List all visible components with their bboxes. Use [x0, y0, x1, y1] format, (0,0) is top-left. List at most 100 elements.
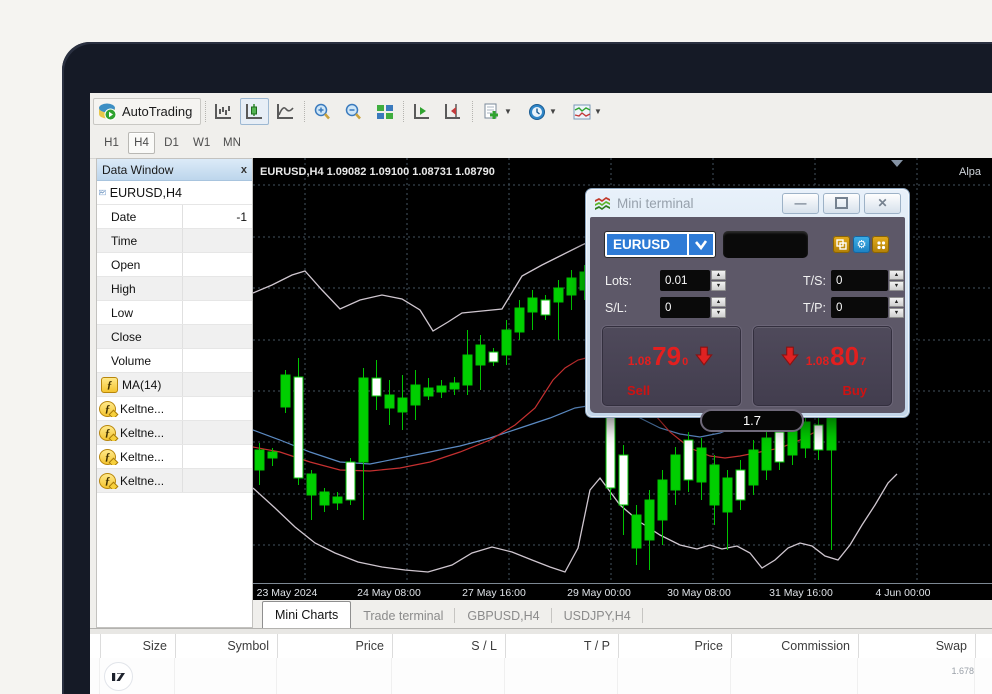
buy-arrow-down-icon	[779, 345, 801, 367]
timeframe-tab-w1[interactable]: W1	[188, 132, 215, 154]
row-label-cell: Date	[97, 210, 182, 224]
autotrading-button[interactable]: AutoTrading	[93, 98, 201, 125]
lots-input[interactable]: 0.01	[660, 270, 710, 291]
data-window-row[interactable]: Volume	[97, 349, 252, 373]
ts-input[interactable]: 0	[831, 270, 888, 291]
indicators-dropdown-caret[interactable]: ▼	[594, 107, 602, 116]
data-window-row[interactable]: ƒMA(14)	[97, 373, 252, 397]
time-axis-label: 27 May 16:00	[462, 587, 526, 599]
chevron-down-icon[interactable]	[687, 234, 713, 255]
data-window-row[interactable]: EURUSD,H4	[97, 181, 252, 205]
sell-panel[interactable]: 1.08790 Sell	[602, 326, 741, 406]
zoom-out-button[interactable]	[339, 98, 368, 125]
data-window-row[interactable]: Open	[97, 253, 252, 277]
tp-stepper[interactable]: ▲▼	[889, 297, 904, 318]
bar-chart-button[interactable]	[209, 98, 238, 125]
ts-stepper[interactable]: ▲▼	[889, 270, 904, 291]
new-order-button[interactable]: ▼	[476, 98, 519, 125]
auto-scroll-button[interactable]	[407, 98, 436, 125]
buy-button-label[interactable]: Buy	[842, 383, 867, 398]
mini-terminal-window[interactable]: Mini terminal — ✕ EURUSD ⚙ Lots:	[585, 188, 910, 418]
data-window-row[interactable]: ƒKeltne...	[97, 397, 252, 421]
close-button[interactable]: ✕	[864, 193, 901, 214]
row-label-cell: High	[97, 282, 182, 296]
row-value-cell	[182, 373, 252, 396]
column-header-commission[interactable]: Commission	[732, 634, 859, 658]
column-header-size[interactable]: Size	[101, 634, 176, 658]
data-window-rows: EURUSD,H4 Date-1Time Open High Low Close Volum…	[97, 181, 252, 493]
data-window-row[interactable]: Low	[97, 301, 252, 325]
chart-title-ohlc: EURUSD,H4 1.09082 1.09100 1.08731 1.0879…	[260, 166, 495, 178]
data-window-row[interactable]: ƒKeltne...	[97, 469, 252, 493]
symbol-select[interactable]: EURUSD	[604, 231, 716, 258]
orders-table-header: SizeSymbolPriceS / LT / PPriceCommission…	[90, 634, 992, 659]
settings-gear-icon[interactable]: ⚙	[853, 236, 870, 253]
indicators-button[interactable]: ▼	[566, 98, 609, 125]
column-header-symbol[interactable]: Symbol	[176, 634, 278, 658]
column-header-swap[interactable]: Swap	[859, 634, 976, 658]
autotrading-label: AutoTrading	[122, 104, 192, 119]
row-label-cell: ƒKeltne...	[97, 401, 182, 417]
grid-dots-button[interactable]	[872, 236, 889, 253]
periods-dropdown-caret[interactable]: ▼	[549, 107, 557, 116]
data-window-row[interactable]: ƒKeltne...	[97, 421, 252, 445]
sell-button-label[interactable]: Sell	[627, 383, 650, 398]
row-label-cell: Volume	[97, 354, 182, 368]
time-axis-label: 30 May 08:00	[667, 587, 731, 599]
data-window-row[interactable]: ƒKeltne...	[97, 445, 252, 469]
maximize-button[interactable]	[823, 193, 860, 214]
column-header-sl[interactable]: S / L	[393, 634, 506, 658]
tradingview-logo	[104, 662, 133, 691]
sl-input[interactable]: 0	[660, 297, 710, 318]
tab-mini-charts[interactable]: Mini Charts	[262, 601, 351, 628]
row-label: Open	[111, 258, 140, 272]
templates-button[interactable]	[833, 236, 850, 253]
tab-usdjpy-h4[interactable]: USDJPY,H4	[552, 604, 643, 628]
candlestick-chart-button[interactable]	[240, 98, 269, 125]
data-window-row[interactable]: Date-1	[97, 205, 252, 229]
column-header-price[interactable]: Price	[278, 634, 393, 658]
row-label: Keltne...	[120, 450, 164, 464]
row-label: Volume	[111, 354, 151, 368]
toolbar-separator	[304, 101, 306, 122]
zoom-in-button[interactable]	[308, 98, 337, 125]
tp-input[interactable]: 0	[831, 297, 888, 318]
row-value-cell	[182, 445, 252, 468]
column-header-tp[interactable]: T / P	[506, 634, 619, 658]
sl-stepper[interactable]: ▲▼	[711, 297, 726, 318]
data-window-panel: Data Window x EURUSD,H4Date-1TimeOpenHig…	[96, 158, 253, 628]
orders-table-body	[90, 658, 992, 694]
row-label-cell: ƒKeltne...	[97, 449, 182, 465]
spread-display: 1.7	[700, 409, 804, 432]
row-label: Close	[111, 330, 142, 344]
column-header-price[interactable]: Price	[619, 634, 732, 658]
buy-panel[interactable]: 1.08807 Buy	[753, 326, 892, 406]
row-label: Keltne...	[120, 402, 164, 416]
tile-windows-button[interactable]	[370, 98, 399, 125]
data-window-row[interactable]: Time	[97, 229, 252, 253]
tab-trade-terminal[interactable]: Trade terminal	[351, 604, 455, 628]
tab-gbpusd-h4[interactable]: GBPUSD,H4	[455, 604, 551, 628]
mini-terminal-titlebar[interactable]: Mini terminal — ✕	[586, 189, 909, 217]
timeframe-tab-d1[interactable]: D1	[158, 132, 185, 154]
new-order-dropdown-caret[interactable]: ▼	[504, 107, 512, 116]
timeframe-tab-mn[interactable]: MN	[218, 132, 246, 154]
row-label: Low	[111, 306, 133, 320]
row-label-cell: EURUSD,H4	[97, 186, 182, 200]
lots-stepper[interactable]: ▲▼	[711, 270, 726, 291]
data-window-row[interactable]: High	[97, 277, 252, 301]
minimize-button[interactable]: —	[782, 193, 819, 214]
timeframe-tab-h1[interactable]: H1	[98, 132, 125, 154]
row-label-cell: ƒKeltne...	[97, 473, 182, 489]
sell-price-sub: 0	[682, 356, 688, 368]
chart-shift-button[interactable]	[438, 98, 467, 125]
line-chart-button[interactable]	[271, 98, 300, 125]
timeframe-bar: H1H4D1W1MN	[90, 129, 992, 159]
data-window-close-icon[interactable]: x	[241, 164, 247, 176]
timeframe-tab-h4[interactable]: H4	[128, 132, 155, 154]
row-label: Date	[111, 210, 136, 224]
data-window-row[interactable]: Close	[97, 325, 252, 349]
row-value-cell	[182, 277, 252, 300]
periods-button[interactable]: ▼	[521, 98, 564, 125]
lots-label: Lots:	[605, 274, 632, 288]
